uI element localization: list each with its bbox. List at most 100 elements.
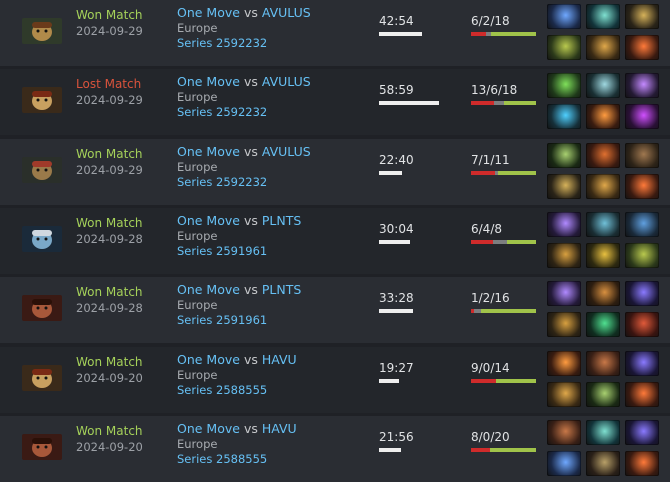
boots-of-travel-icon[interactable] (625, 281, 659, 307)
opponent-link[interactable]: AVULUS (262, 74, 311, 89)
phase-boots-icon[interactable] (625, 35, 659, 60)
radiance-icon[interactable] (586, 104, 620, 130)
series-label[interactable]: Series 2592232 (177, 105, 267, 119)
desolator-icon[interactable] (586, 142, 620, 168)
blink-dagger-icon[interactable] (547, 450, 581, 476)
battlefury-icon[interactable] (547, 104, 581, 130)
team-link[interactable]: One Move (177, 144, 240, 159)
series-label[interactable]: Series 2591961 (177, 244, 267, 258)
match-row[interactable]: Won Match 2024-09-20 One Move vs HAVU Eu… (0, 415, 670, 482)
vladmirs-offering-icon[interactable] (547, 242, 581, 268)
zeus-hero-icon[interactable] (22, 225, 62, 252)
glimmer-cape-icon[interactable] (586, 73, 620, 99)
huskar-hero-icon[interactable] (22, 433, 62, 460)
black-king-bar-icon[interactable] (547, 173, 581, 199)
phase-boots-icon[interactable] (625, 381, 659, 407)
team-link[interactable]: One Move (177, 213, 240, 228)
opponent-link[interactable]: AVULUS (262, 5, 311, 20)
series-label[interactable]: Series 2592232 (177, 175, 267, 189)
vladmirs-offering-icon[interactable] (547, 312, 581, 338)
match-region: Europe (177, 90, 218, 105)
team-link[interactable]: One Move (177, 74, 240, 89)
guardian-greaves-icon[interactable] (586, 281, 620, 307)
series-link[interactable]: Series 2588555 (177, 452, 267, 466)
aghanims-scepter-icon[interactable] (547, 73, 581, 99)
match-teams: One Move vs AVULUS (177, 74, 311, 89)
match-row[interactable]: Lost Match 2024-09-29 One Move vs AVULUS… (0, 69, 670, 136)
duration-bar (379, 447, 401, 452)
force-staff-icon[interactable] (586, 173, 620, 199)
team-link[interactable]: One Move (177, 352, 240, 367)
series-link[interactable]: Series 2591961 (177, 313, 267, 327)
pipe-icon[interactable] (625, 242, 659, 268)
series-label[interactable]: Series 2591961 (177, 313, 267, 327)
match-result[interactable]: Lost Match (76, 77, 141, 91)
match-region: Europe (177, 367, 218, 382)
heart-of-tarrasque-icon[interactable] (625, 312, 659, 338)
mjollnir-icon[interactable] (547, 142, 581, 168)
armlet-icon[interactable] (547, 419, 581, 445)
nullifier-icon[interactable] (625, 73, 659, 99)
team-link[interactable]: One Move (177, 5, 240, 20)
match-result[interactable]: Won Match (76, 424, 143, 438)
huskar-hero-icon[interactable] (22, 295, 62, 322)
boots-of-travel-icon[interactable] (625, 419, 659, 445)
match-region: Europe (177, 228, 218, 243)
kunkka-hero-icon[interactable] (22, 87, 62, 114)
hand-of-midas-icon[interactable] (586, 242, 620, 268)
match-row[interactable]: Won Match 2024-09-29 One Move vs AVULUS … (0, 138, 670, 205)
team-link[interactable]: One Move (177, 282, 240, 297)
aether-lens-icon[interactable] (547, 211, 581, 237)
match-result[interactable]: Won Match (76, 147, 143, 161)
blink-dagger-icon[interactable] (547, 4, 581, 29)
match-row[interactable]: Won Match 2024-09-28 One Move vs PLNTS E… (0, 277, 670, 344)
match-region: Europe (177, 159, 218, 174)
match-row[interactable]: Won Match 2024-09-28 One Move vs PLNTS E… (0, 207, 670, 274)
force-staff-icon[interactable] (547, 381, 581, 407)
series-link[interactable]: Series 2592232 (177, 36, 267, 50)
match-row[interactable]: Won Match 2024-09-20 One Move vs HAVU Eu… (0, 346, 670, 413)
kda-text: 6/4/8 (471, 221, 502, 236)
troll-warlord-hero-icon[interactable] (22, 156, 62, 183)
mjollnir-icon[interactable] (586, 381, 620, 407)
opponent-link[interactable]: PLNTS (262, 213, 301, 228)
match-result[interactable]: Won Match (76, 8, 143, 22)
kaya-icon[interactable] (586, 211, 620, 237)
match-result[interactable]: Won Match (76, 355, 143, 369)
match-result[interactable]: Won Match (76, 216, 143, 230)
force-staff-icon[interactable] (586, 35, 620, 60)
opponent-link[interactable]: HAVU (262, 352, 297, 367)
series-link[interactable]: Series 2588555 (177, 383, 267, 397)
series-link[interactable]: Series 2592232 (177, 105, 267, 119)
team-link[interactable]: One Move (177, 421, 240, 436)
black-king-bar-icon[interactable] (625, 4, 659, 29)
series-link[interactable]: Series 2591961 (177, 244, 267, 258)
series-label[interactable]: Series 2588555 (177, 383, 267, 397)
series-label[interactable]: Series 2592232 (177, 36, 267, 50)
kunkka-hero-icon[interactable] (22, 364, 62, 391)
khanda-icon[interactable] (625, 104, 659, 130)
pipe-icon[interactable] (547, 35, 581, 60)
boots-of-speed-icon[interactable] (625, 142, 659, 168)
opponent-link[interactable]: PLNTS (262, 282, 301, 297)
radiance-icon[interactable] (547, 350, 581, 376)
opponent-link[interactable]: HAVU (262, 421, 297, 436)
boots-of-travel-icon[interactable] (625, 350, 659, 376)
series-label[interactable]: Series 2588555 (177, 452, 267, 466)
aether-lens-icon[interactable] (547, 281, 581, 307)
vanguard-icon[interactable] (586, 450, 620, 476)
ethereal-blade-icon[interactable] (586, 4, 620, 29)
match-row[interactable]: Won Match 2024-09-29 One Move vs AVULUS … (0, 0, 670, 66)
kills-segment (471, 447, 490, 452)
armlet-icon[interactable] (586, 350, 620, 376)
series-link[interactable]: Series 2592232 (177, 175, 267, 189)
phase-boots-icon[interactable] (625, 173, 659, 199)
eternal-shroud-icon[interactable] (586, 312, 620, 338)
arcane-boots-icon[interactable] (625, 211, 659, 237)
item-build (547, 142, 667, 201)
ethereal-blade-icon[interactable] (586, 419, 620, 445)
phase-boots-icon[interactable] (625, 450, 659, 476)
match-result[interactable]: Won Match (76, 285, 143, 299)
bounty-hunter-hero-icon[interactable] (22, 18, 62, 44)
opponent-link[interactable]: AVULUS (262, 144, 311, 159)
